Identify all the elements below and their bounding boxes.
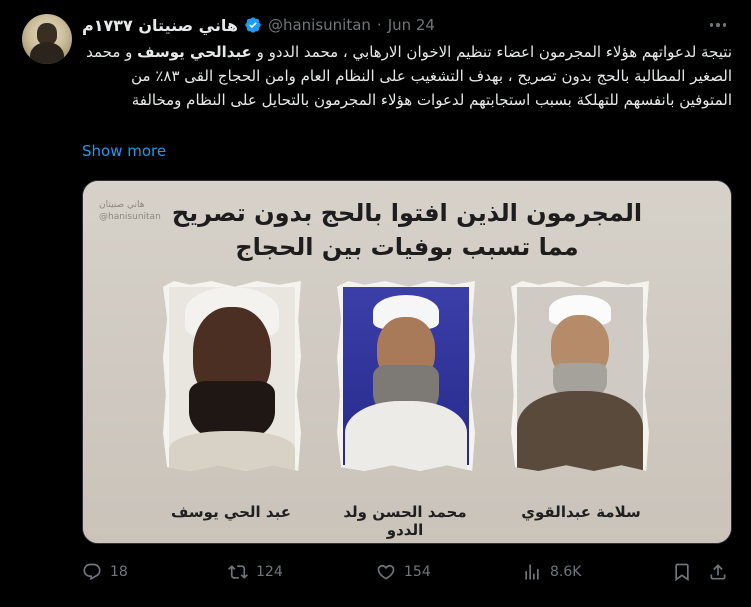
repost-count: 124 — [256, 564, 283, 580]
separator: · — [376, 16, 382, 34]
more-options-icon[interactable] — [706, 14, 730, 36]
like-icon — [377, 564, 395, 580]
portrait-photo-3 — [511, 281, 649, 471]
image-headline-1: المجرمون الذين افتوا بالحج بدون تصريح — [171, 199, 643, 227]
portrait-photo-1 — [163, 281, 301, 471]
like-button[interactable]: 154 — [376, 562, 431, 582]
avatar[interactable] — [22, 14, 72, 64]
bookmark-button[interactable] — [672, 562, 692, 582]
repost-button[interactable]: 124 — [228, 562, 283, 582]
share-icon — [710, 564, 726, 580]
views-icon — [525, 564, 539, 580]
tweet-text: نتيجة لدعواتهم هؤلاء المجرمون اعضاء تنظي… — [82, 40, 732, 112]
author-name[interactable]: هاني صنيتان ١٧٣٧م — [82, 16, 238, 35]
reply-button[interactable]: 18 — [82, 562, 128, 582]
tweet-text-bold[interactable]: عبدالحي يوسف — [137, 43, 252, 61]
bookmark-icon — [675, 563, 689, 582]
tweet-image[interactable]: هاني صنيتان @hanisunitan المجرمون الذين … — [82, 180, 732, 544]
caption-1: عبد الحي يوسف — [171, 503, 291, 521]
action-bar: 18 124 154 8.6K — [82, 562, 732, 586]
repost-icon — [228, 565, 248, 579]
share-button[interactable] — [708, 562, 728, 582]
reply-count: 18 — [110, 564, 128, 580]
image-headline-2: مما تسبب بوفيات بين الحجاج — [235, 233, 579, 261]
portrait-photo-2 — [337, 281, 475, 471]
like-count: 154 — [404, 564, 431, 580]
tweet-header: هاني صنيتان ١٧٣٧م @hanisunitan · Jun 24 — [82, 14, 435, 36]
tweet-text-part1: نتيجة لدعواتهم هؤلاء المجرمون اعضاء تنظي… — [251, 43, 732, 61]
caption-3: سلامة عبدالقوي — [521, 503, 641, 521]
views-button[interactable]: 8.6K — [522, 562, 581, 582]
views-count: 8.6K — [550, 564, 582, 580]
tweet-date[interactable]: Jun 24 — [388, 16, 435, 34]
show-more-link[interactable]: Show more — [82, 142, 166, 160]
reply-icon — [83, 563, 101, 581]
author-handle[interactable]: @hanisunitan — [268, 16, 371, 34]
verified-badge-icon — [245, 17, 261, 33]
caption-2: محمد الحسن ولد الددو — [343, 503, 467, 539]
